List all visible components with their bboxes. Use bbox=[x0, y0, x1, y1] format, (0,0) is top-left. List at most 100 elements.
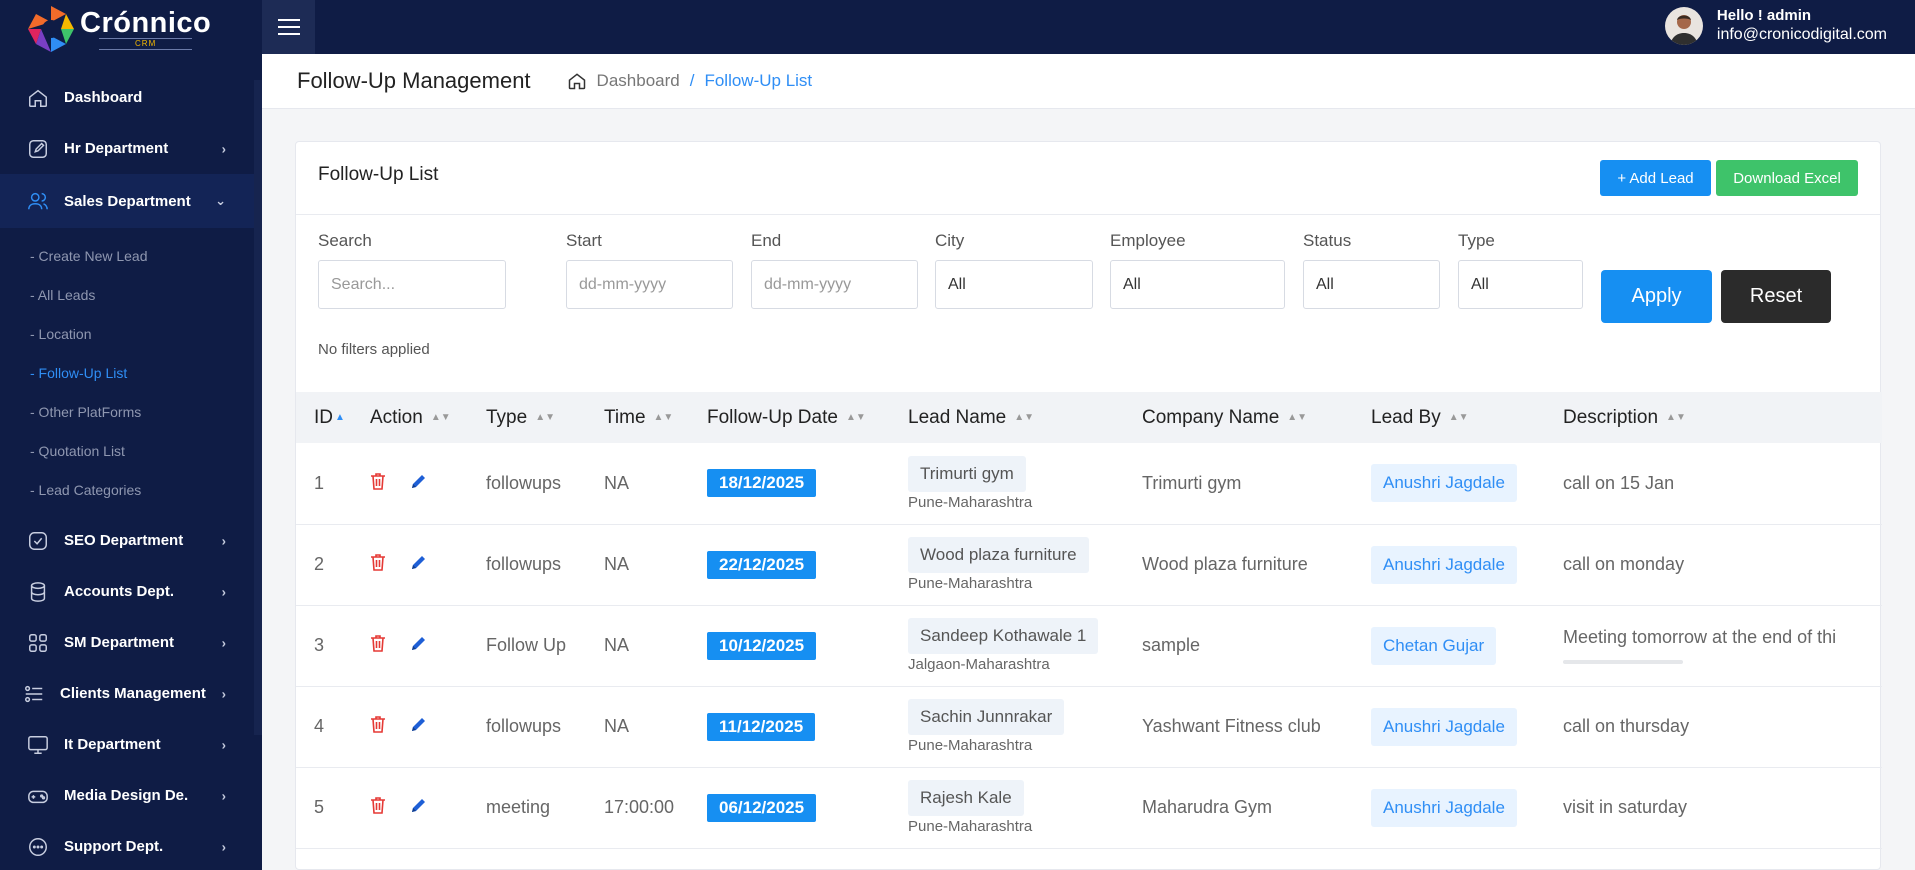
breadcrumb-dashboard-link[interactable]: Dashboard bbox=[597, 71, 680, 91]
sidebar-item-it[interactable]: It Department › bbox=[0, 719, 254, 770]
submenu-item-lead-categories[interactable]: - Lead Categories bbox=[0, 470, 254, 509]
column-header-lead-by[interactable]: Lead By ▲▼ bbox=[1353, 392, 1545, 443]
submenu-item-all-leads[interactable]: - All Leads bbox=[0, 275, 254, 314]
column-header-id[interactable]: ID ▲ bbox=[296, 392, 352, 443]
edit-icon[interactable] bbox=[410, 715, 428, 738]
delete-icon[interactable] bbox=[370, 796, 386, 819]
edit-icon[interactable] bbox=[410, 472, 428, 495]
end-date-label: End bbox=[751, 231, 782, 250]
lead-name-chip[interactable]: Sandeep Kothawale 1 bbox=[908, 618, 1099, 654]
user-menu[interactable]: Hello ! admin info@cronicodigital.com bbox=[1664, 6, 1887, 45]
breadcrumb: Dashboard / Follow-Up List bbox=[567, 71, 812, 91]
cell-follow-up-date: 11/12/2025 bbox=[689, 686, 890, 767]
home-icon[interactable] bbox=[567, 71, 587, 91]
table-row: 4 followups NA 11/12/2025 Sachin Junnrakar Pu… bbox=[296, 686, 1882, 767]
cell-follow-up-date: 18/12/2025 bbox=[689, 443, 890, 524]
edit-icon[interactable] bbox=[410, 796, 428, 819]
cell-description: call on monday bbox=[1545, 524, 1882, 605]
edit-icon[interactable] bbox=[410, 634, 428, 657]
sort-icon: ▲▼ bbox=[430, 411, 451, 423]
page-header: Follow-Up Management Dashboard / Follow-… bbox=[262, 54, 1915, 109]
delete-icon[interactable] bbox=[370, 634, 386, 657]
delete-icon[interactable] bbox=[370, 472, 386, 495]
sidebar-item-accounts[interactable]: Accounts Dept. › bbox=[0, 566, 254, 617]
lead-by-chip: Anushri Jagdale bbox=[1371, 788, 1517, 827]
sidebar-item-sm[interactable]: SM Department › bbox=[0, 617, 254, 668]
sidebar-item-clients[interactable]: Clients Management › bbox=[0, 668, 254, 719]
employee-select[interactable] bbox=[1110, 260, 1285, 309]
delete-icon[interactable] bbox=[370, 553, 386, 576]
column-header-lead-name[interactable]: Lead Name ▲▼ bbox=[890, 392, 1124, 443]
lead-location: Pune-Maharashtra bbox=[908, 818, 1033, 835]
city-label: City bbox=[935, 231, 965, 250]
date-badge: 22/12/2025 bbox=[707, 550, 817, 579]
cell-lead-name: Trimurti gym Pune-Maharashtra bbox=[890, 443, 1124, 524]
sidebar-item-label: Support Dept. bbox=[64, 838, 164, 855]
sidebar-scrollbar[interactable] bbox=[254, 80, 262, 735]
lead-by-chip: Anushri Jagdale bbox=[1371, 707, 1517, 746]
column-header-company-name[interactable]: Company Name ▲▼ bbox=[1124, 392, 1353, 443]
lead-name-chip[interactable]: Sachin Junnrakar bbox=[908, 699, 1065, 735]
column-header-action[interactable]: Action ▲▼ bbox=[352, 392, 468, 443]
description-scrollbar[interactable] bbox=[1563, 660, 1683, 664]
sidebar-item-label: Dashboard bbox=[64, 89, 143, 106]
sidebar-item-seo[interactable]: SEO Department › bbox=[0, 515, 254, 566]
lead-name-chip[interactable]: Wood plaza furniture bbox=[908, 537, 1089, 573]
type-select[interactable] bbox=[1458, 260, 1583, 309]
cell-company-name: Yashwant Fitness club bbox=[1142, 716, 1321, 736]
delete-icon[interactable] bbox=[370, 715, 386, 738]
lead-name-chip[interactable]: Trimurti gym bbox=[908, 455, 1026, 492]
city-select[interactable] bbox=[935, 260, 1093, 309]
list-icon bbox=[22, 682, 46, 706]
submenu-item-location[interactable]: - Location bbox=[0, 314, 254, 353]
start-date-input[interactable] bbox=[566, 260, 733, 309]
chat-icon bbox=[26, 835, 50, 859]
cell-type: followups bbox=[486, 716, 562, 736]
brand-logo[interactable]: Crónnico CRM bbox=[0, 0, 262, 58]
cell-time: 17:00:00 bbox=[604, 797, 675, 817]
column-header-description[interactable]: Description ▲▼ bbox=[1545, 392, 1882, 443]
sidebar-item-sales[interactable]: Sales Department ⌄ bbox=[0, 174, 254, 228]
sidebar-item-hr[interactable]: Hr Department › bbox=[0, 123, 254, 174]
sidebar-item-dashboard[interactable]: Dashboard bbox=[0, 72, 254, 123]
chevron-right-icon: › bbox=[221, 737, 226, 752]
sidebar-item-media[interactable]: Media Design De. › bbox=[0, 770, 254, 821]
employee-label: Employee bbox=[1110, 231, 1186, 250]
cell-company-name: Trimurti gym bbox=[1142, 472, 1242, 493]
reset-button[interactable]: Reset bbox=[1721, 270, 1831, 323]
column-header-type[interactable]: Type ▲▼ bbox=[468, 392, 586, 443]
brand-sub: CRM bbox=[99, 38, 193, 50]
lead-location: Pune-Maharashtra bbox=[908, 575, 1033, 592]
menu-toggle-icon[interactable] bbox=[262, 0, 315, 54]
cell-description: visit in saturday bbox=[1545, 767, 1882, 848]
edit-icon[interactable] bbox=[410, 553, 428, 576]
page-title: Follow-Up Management bbox=[297, 68, 531, 93]
submenu-item-create-lead[interactable]: - Create New Lead bbox=[0, 236, 254, 275]
status-select[interactable] bbox=[1303, 260, 1440, 309]
column-header-time[interactable]: Time ▲▼ bbox=[586, 392, 689, 443]
chevron-right-icon: › bbox=[221, 141, 226, 156]
sidebar-item-support[interactable]: Support Dept. › bbox=[0, 821, 254, 870]
chevron-right-icon: › bbox=[221, 839, 226, 854]
submenu-item-other-platforms[interactable]: - Other PlatForms bbox=[0, 392, 254, 431]
search-input[interactable] bbox=[318, 260, 506, 309]
home-icon bbox=[26, 86, 50, 110]
end-date-input[interactable] bbox=[751, 260, 918, 309]
sidebar-item-label: It Department bbox=[64, 736, 161, 753]
chevron-right-icon: › bbox=[221, 584, 226, 599]
description-text: call on thursday bbox=[1563, 716, 1690, 736]
avatar[interactable] bbox=[1664, 6, 1703, 45]
sidebar-item-label: Sales Department bbox=[64, 192, 191, 210]
date-badge: 18/12/2025 bbox=[707, 469, 817, 498]
submenu-item-follow-up-list[interactable]: - Follow-Up List bbox=[0, 353, 254, 392]
column-header-follow-up-date[interactable]: Follow-Up Date ▲▼ bbox=[689, 392, 890, 443]
sidebar: Crónnico CRM Dashboard Hr Department › S… bbox=[0, 0, 262, 870]
lead-by-chip: Anushri Jagdale bbox=[1371, 464, 1517, 503]
description-text: visit in saturday bbox=[1563, 797, 1688, 817]
submenu-item-quotation-list[interactable]: - Quotation List bbox=[0, 431, 254, 470]
lead-name-chip[interactable]: Rajesh Kale bbox=[908, 780, 1024, 816]
cell-company-name: Wood plaza furniture bbox=[1142, 554, 1308, 574]
apply-button[interactable]: Apply bbox=[1601, 270, 1712, 323]
sidebar-nav: Dashboard Hr Department › Sales Departme… bbox=[0, 72, 254, 870]
cell-lead-by: Anushri Jagdale bbox=[1353, 767, 1545, 848]
